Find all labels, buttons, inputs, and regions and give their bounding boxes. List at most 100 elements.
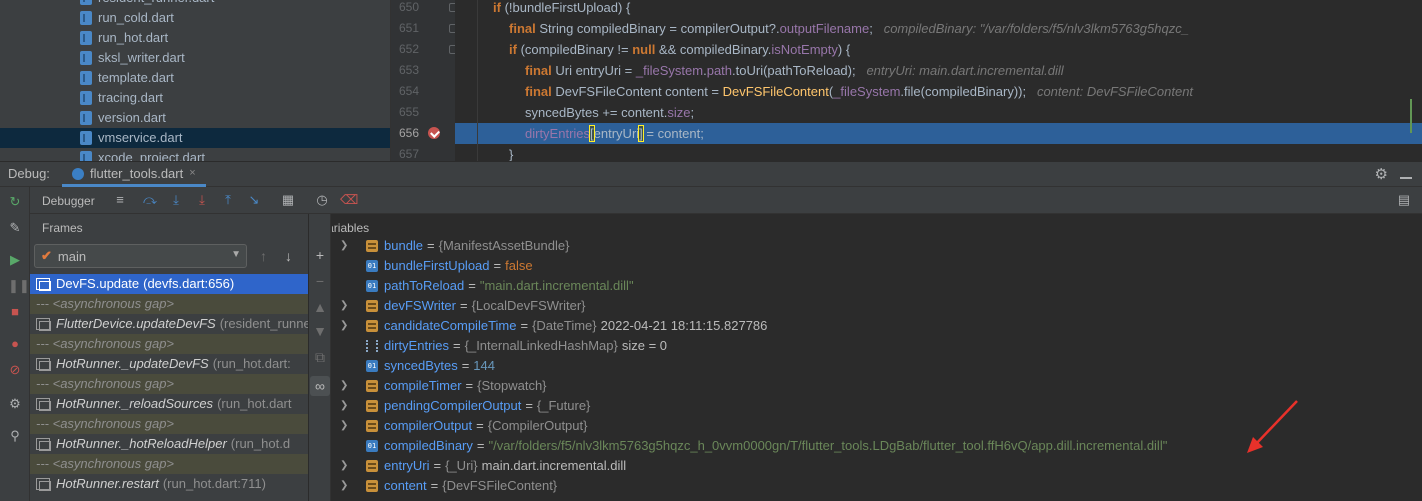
variable-row[interactable]: ❯ entryUri = {_Uri} main.dart.incremental.di… bbox=[332, 456, 1422, 476]
project-file-item[interactable]: version.dart bbox=[80, 108, 166, 128]
frame-location: (devfs.dart:656) bbox=[143, 276, 235, 291]
add-watch-icon[interactable]: + bbox=[313, 248, 327, 262]
project-file-item[interactable]: run_hot.dart bbox=[80, 28, 168, 48]
expand-arrow-icon[interactable]: ❯ bbox=[340, 296, 350, 316]
field-ref: _fileSystem bbox=[635, 63, 704, 78]
step-into-icon[interactable]: ⤓ bbox=[168, 192, 184, 208]
project-file-item[interactable]: resident_runner.dart bbox=[80, 0, 214, 8]
code-text: String compiledBinary = compilerOutput?. bbox=[535, 21, 780, 36]
variable-row[interactable]: ❯01syncedBytes=144 bbox=[332, 356, 1422, 376]
layout-icon[interactable]: ▤ bbox=[1396, 192, 1412, 208]
project-file-item[interactable]: sksl_writer.dart bbox=[80, 48, 185, 68]
variable-row[interactable]: ❯dirtyEntries={_InternalLinkedHashMap}si… bbox=[332, 336, 1422, 356]
variable-row[interactable]: ❯ devFSWriter = {LocalDevFSWriter} bbox=[332, 296, 1422, 316]
breakpoint-icon[interactable] bbox=[428, 127, 440, 139]
code-line-653[interactable]: final Uri entryUri = _fileSystem.path.to… bbox=[455, 60, 1422, 81]
variable-row[interactable]: ❯ compileTimer = {Stopwatch} bbox=[332, 376, 1422, 396]
code-line-652[interactable]: if (compiledBinary != null && compiledBi… bbox=[455, 39, 1422, 60]
frame-row[interactable]: FlutterDevice.updateDevFS (resident_runne… bbox=[30, 314, 308, 334]
gear-icon[interactable]: ⚙ bbox=[1375, 165, 1388, 183]
reset-frame-icon[interactable]: ⌫ bbox=[340, 192, 358, 208]
async-gap-row[interactable]: --- <asynchronous gap> bbox=[30, 374, 308, 394]
expand-arrow-icon[interactable]: ❯ bbox=[340, 476, 350, 496]
expand-arrow-icon[interactable]: ❯ bbox=[340, 376, 350, 396]
move-up-icon[interactable]: ▲ bbox=[313, 300, 327, 314]
frame-row[interactable]: DevFS.update (devfs.dart:656) bbox=[30, 274, 308, 294]
debugger-tab-label[interactable]: Debugger bbox=[42, 194, 95, 208]
pause-icon[interactable]: ❚❚ bbox=[8, 279, 30, 293]
async-gap-row[interactable]: --- <asynchronous gap> bbox=[30, 454, 308, 474]
rerun-icon[interactable]: ↻ bbox=[8, 195, 22, 209]
mute-breakpoints-icon[interactable]: ⊘ bbox=[8, 363, 22, 377]
remove-watch-icon[interactable]: − bbox=[313, 274, 327, 288]
project-file-item[interactable]: tracing.dart bbox=[80, 88, 163, 108]
project-file-item[interactable]: xcode_project.dart bbox=[80, 148, 205, 161]
code-text: ) { bbox=[837, 42, 851, 57]
debug-left-toolbar: ↻ ✎ ▶ ❚❚ ■ ● ⊘ ⚙ ⚲ bbox=[0, 187, 30, 501]
frame-row[interactable]: HotRunner.restart (run_hot.dart:711) bbox=[30, 474, 308, 494]
frame-row[interactable]: HotRunner._updateDevFS (run_hot.dart: bbox=[30, 354, 308, 374]
expand-arrow-icon[interactable]: ❯ bbox=[340, 456, 350, 476]
expand-arrow-icon[interactable]: ❯ bbox=[340, 416, 350, 436]
code-text: = content; bbox=[642, 126, 704, 141]
arrow-down-icon[interactable]: ↓ bbox=[285, 248, 292, 264]
keyword: final bbox=[525, 63, 552, 78]
async-gap-row[interactable]: --- <asynchronous gap> bbox=[30, 294, 308, 314]
project-file-item[interactable]: template.dart bbox=[80, 68, 174, 88]
view-breakpoints-icon[interactable]: ● bbox=[8, 337, 22, 351]
resume-icon[interactable]: ▶ bbox=[8, 253, 22, 267]
run-to-cursor-icon[interactable]: ↘ bbox=[246, 192, 262, 208]
wrench-icon[interactable]: ✎ bbox=[8, 221, 22, 235]
trace-icon[interactable]: ◷ bbox=[314, 192, 330, 208]
close-tab-icon[interactable]: × bbox=[189, 167, 195, 184]
step-out-icon[interactable]: ⤒ bbox=[220, 192, 236, 208]
thread-selector[interactable]: ✔ main ▼ bbox=[34, 244, 247, 268]
variable-row[interactable]: ❯ content = {DevFSFileContent} bbox=[332, 476, 1422, 496]
project-file-item[interactable]: run_cold.dart bbox=[80, 8, 174, 28]
pin-icon[interactable]: ⚲ bbox=[8, 429, 22, 443]
settings-icon[interactable]: ⚙ bbox=[8, 397, 22, 411]
stop-icon[interactable]: ■ bbox=[8, 305, 22, 319]
keyword: final bbox=[509, 21, 536, 36]
frame-row[interactable]: HotRunner._hotReloadHelper (run_hot.d bbox=[30, 434, 308, 454]
variable-value: "/var/folders/f5/nlv3lkm5763g5hqzc_h_0vv… bbox=[488, 438, 1168, 453]
code-line-655[interactable]: syncedBytes += content.size; bbox=[455, 102, 1422, 123]
code-editor[interactable]: if (!bundleFirstUpload) { final String c… bbox=[455, 0, 1422, 161]
variable-row[interactable]: ❯01pathToReload="main.dart.incremental.d… bbox=[332, 276, 1422, 296]
variable-type: {_Uri} bbox=[445, 458, 478, 473]
evaluate-expression-icon[interactable]: ▦ bbox=[280, 192, 296, 208]
variable-row[interactable]: ❯01bundleFirstUpload=false bbox=[332, 256, 1422, 276]
glasses-icon[interactable]: ∞ bbox=[310, 376, 330, 396]
force-step-into-icon[interactable]: ⤓ bbox=[194, 192, 210, 208]
equals-sign: = bbox=[468, 278, 476, 293]
chevron-down-icon: ▼ bbox=[231, 249, 241, 260]
variable-row[interactable]: ❯ bundle = {ManifestAssetBundle} bbox=[332, 236, 1422, 256]
scroll-marker[interactable] bbox=[1410, 99, 1418, 133]
inline-value-hint: compiledBinary: "/var/folders/f5/nlv3lkm… bbox=[883, 21, 1189, 36]
arrow-up-icon[interactable]: ↑ bbox=[260, 248, 267, 264]
code-line-656-current[interactable]: dirtyEntries[entryUri] = content; bbox=[455, 123, 1422, 144]
frame-row[interactable]: HotRunner._reloadSources (run_hot.dart bbox=[30, 394, 308, 414]
code-line-650[interactable]: if (!bundleFirstUpload) { bbox=[455, 0, 1422, 18]
frames-panel: Frames ✔ main ▼ ↑ ↓ DevFS.update (devfs.d… bbox=[30, 214, 308, 501]
code-line-657[interactable]: } bbox=[455, 144, 1422, 161]
map-icon bbox=[366, 340, 378, 352]
code-line-654[interactable]: final DevFSFileContent content = DevFSFi… bbox=[455, 81, 1422, 102]
async-gap-row[interactable]: --- <asynchronous gap> bbox=[30, 334, 308, 354]
variable-row[interactable]: ❯ candidateCompileTime = {DateTime} 2022-04-… bbox=[332, 316, 1422, 336]
move-down-icon[interactable]: ▼ bbox=[313, 324, 327, 338]
project-file-item[interactable]: vmservice.dart bbox=[0, 128, 390, 148]
tab-flutter-tools[interactable]: flutter_tools.dart × bbox=[62, 162, 206, 187]
expand-arrow-icon[interactable]: ❯ bbox=[340, 316, 350, 336]
code-line-651[interactable]: final String compiledBinary = compilerOu… bbox=[455, 18, 1422, 39]
copy-icon[interactable]: ⧉ bbox=[313, 350, 327, 364]
menu-icon[interactable]: ≡ bbox=[112, 192, 128, 208]
minimize-icon[interactable] bbox=[1400, 165, 1412, 179]
expand-arrow-icon[interactable]: ❯ bbox=[340, 236, 350, 256]
expand-arrow-icon[interactable]: ❯ bbox=[340, 396, 350, 416]
frame-name: HotRunner._reloadSources bbox=[56, 396, 214, 411]
async-gap-row[interactable]: --- <asynchronous gap> bbox=[30, 414, 308, 434]
step-over-icon[interactable]: ⤼ bbox=[142, 192, 158, 208]
equals-sign: = bbox=[465, 378, 474, 393]
frame-name: DevFS.update bbox=[56, 276, 140, 291]
